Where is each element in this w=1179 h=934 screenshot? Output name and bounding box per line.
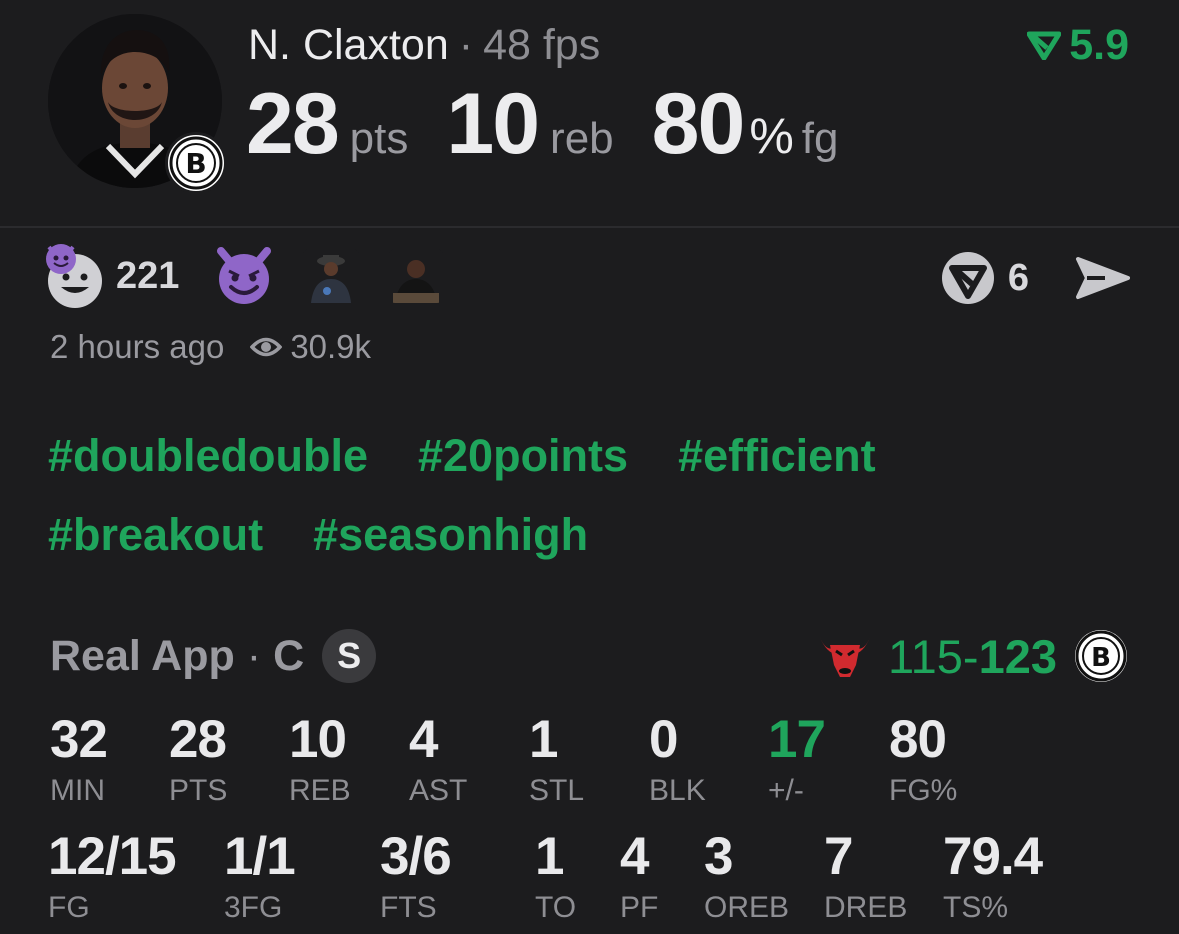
- stat-value: 3: [704, 827, 733, 886]
- stat-3fg: 1/1 3FG: [224, 827, 296, 925]
- separator: ·: [458, 21, 474, 69]
- stat-value: 0: [649, 710, 678, 769]
- views: 30.9k: [250, 328, 371, 366]
- rating-badge[interactable]: 5.9: [1027, 20, 1129, 70]
- stat-value: 1/1: [224, 827, 296, 886]
- headline-rebounds: 10: [446, 76, 540, 172]
- view-count: 30.9k: [290, 328, 372, 365]
- stat-label: STL: [529, 774, 585, 807]
- separator: ·: [246, 631, 262, 680]
- stat-value: 12/15: [48, 827, 177, 886]
- stat-minutes: 32 MIN: [50, 710, 108, 808]
- reaction-image-1[interactable]: [303, 249, 360, 303]
- post-meta: 2 hours ago 30.9k: [50, 328, 371, 366]
- headline-fg-unit: fg: [801, 114, 839, 163]
- game-score[interactable]: 115-123 B: [816, 626, 1127, 686]
- player-position: C: [273, 631, 305, 680]
- rating-arrow-icon: [1027, 31, 1062, 60]
- stat-fg: 12/15 FG: [48, 827, 177, 925]
- headline-fg: 80: [651, 76, 746, 172]
- starter-badge: S: [322, 629, 377, 683]
- stat-fouls: 4 PF: [620, 829, 658, 925]
- post-time: 2 hours ago: [50, 328, 225, 365]
- reactions-row: 221: [46, 240, 444, 312]
- stat-plus-minus: 17 +/-: [768, 710, 826, 808]
- stat-value: 80: [889, 710, 947, 769]
- headline-points: 28: [246, 76, 340, 172]
- score-dash: -: [962, 629, 979, 683]
- stat-label: TS%: [943, 891, 1009, 924]
- stat-label: FTS: [380, 891, 437, 924]
- stat-steals: 1 STL: [529, 712, 584, 808]
- home-score: 123: [978, 629, 1057, 683]
- player-name[interactable]: N. Claxton: [248, 21, 449, 69]
- stat-points: 28 PTS: [169, 712, 227, 808]
- stat-turnovers: 1 TO: [535, 829, 576, 925]
- hashtag[interactable]: #20points: [418, 426, 628, 485]
- share-count[interactable]: 6: [1008, 257, 1029, 300]
- stat-label: +/-: [768, 774, 804, 807]
- stat-value: 3/6: [380, 827, 452, 886]
- divider: [0, 226, 1179, 228]
- view-eye-icon: [250, 337, 283, 357]
- stat-label: REB: [289, 774, 351, 807]
- app-name: Real App: [50, 631, 235, 680]
- stat-true-shooting: 79.4 TS%: [943, 827, 1043, 925]
- stat-value: 17: [768, 710, 826, 769]
- away-score: 115: [887, 629, 963, 683]
- headline-fg-percent: %: [749, 108, 794, 164]
- stat-label: AST: [409, 774, 468, 807]
- stat-value: 32: [50, 710, 108, 769]
- stat-label: OREB: [704, 891, 790, 924]
- stat-rebounds: 10 REB: [289, 712, 351, 808]
- fps-score: 48 fps: [483, 21, 601, 69]
- hashtag[interactable]: #doubledouble: [48, 426, 368, 485]
- stat-label: DREB: [824, 891, 908, 924]
- devil-emoji-icon[interactable]: [215, 247, 273, 305]
- stat-label: MIN: [50, 774, 105, 807]
- share-group: 6: [940, 248, 1131, 308]
- send-icon[interactable]: [1075, 254, 1131, 302]
- stat-fts: 3/6 FTS: [380, 827, 452, 925]
- bulls-logo: [819, 637, 870, 677]
- stat-value: 10: [289, 710, 347, 769]
- stat-value: 1: [529, 710, 558, 769]
- stat-label: FG%: [889, 774, 958, 807]
- headline-rebounds-unit: reb: [550, 114, 614, 163]
- rating-value: 5.9: [1069, 21, 1129, 69]
- headline-stats: 28 pts 10 reb 80 % fg: [246, 78, 838, 170]
- stat-value: 1: [535, 827, 564, 886]
- hashtag-list: #doubledouble #20points #efficient #brea…: [48, 426, 1048, 564]
- hashtag[interactable]: #seasonhigh: [313, 505, 588, 564]
- stat-label: FG: [48, 891, 90, 924]
- stat-label: PTS: [169, 774, 228, 807]
- stat-value: 28: [169, 710, 227, 769]
- stat-assists: 4 AST: [409, 712, 467, 808]
- stat-blocks: 0 BLK: [649, 712, 706, 808]
- stat-offensive-rebounds: 3 OREB: [704, 829, 789, 925]
- svg-text:B: B: [1091, 643, 1111, 673]
- share-app-icon[interactable]: [940, 250, 996, 306]
- player-name-line: N. Claxton · 48 fps: [248, 18, 600, 72]
- headline-points-unit: pts: [349, 114, 409, 163]
- game-info: Real App · C S: [50, 626, 377, 686]
- stat-value: 79.4: [943, 827, 1043, 886]
- stat-value: 4: [409, 710, 438, 769]
- stat-fg-percent: 80 FG%: [889, 712, 957, 808]
- stat-label: PF: [620, 891, 659, 924]
- stat-value: 7: [824, 827, 853, 886]
- hashtag[interactable]: #breakout: [48, 505, 263, 564]
- stat-label: TO: [535, 891, 577, 924]
- nets-logo: B: [165, 132, 227, 194]
- svg-text:B: B: [185, 147, 206, 180]
- stat-value: 4: [620, 827, 649, 886]
- stat-label: BLK: [649, 774, 706, 807]
- nets-logo: B: [1075, 630, 1127, 682]
- hashtag[interactable]: #efficient: [678, 426, 876, 485]
- stat-defensive-rebounds: 7 DREB: [824, 829, 907, 925]
- stat-label: 3FG: [224, 891, 283, 924]
- reaction-count[interactable]: 221: [116, 255, 179, 298]
- devil-smiley-icon[interactable]: [46, 243, 104, 309]
- reaction-image-2[interactable]: [389, 249, 444, 303]
